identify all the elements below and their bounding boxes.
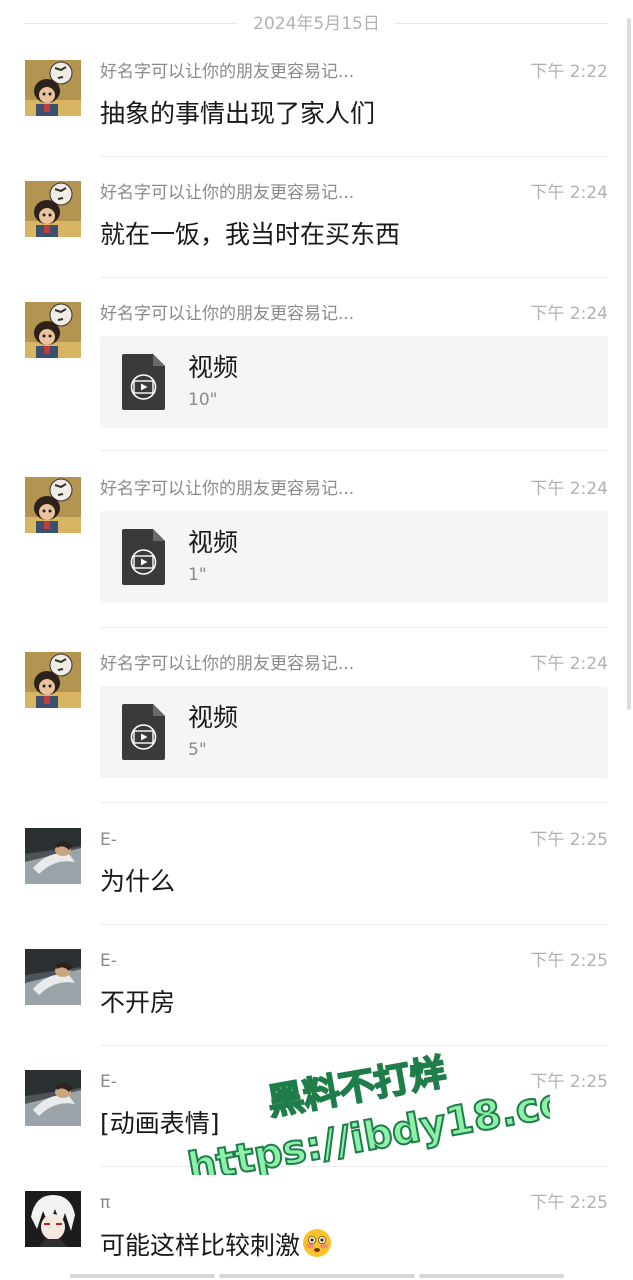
video-file-icon (122, 529, 165, 585)
avatar[interactable] (25, 302, 81, 358)
message-time: 下午 2:24 (530, 304, 608, 324)
bottom-indicator (70, 1274, 215, 1278)
flushed-face-emoji (303, 1229, 332, 1257)
sender-name: E- (100, 1072, 117, 1092)
message-separator (100, 277, 608, 278)
message-text[interactable]: 可能这样比较刺激 (100, 1228, 332, 1263)
video-card[interactable]: 视频 10" (100, 336, 608, 428)
avatar[interactable] (25, 1191, 81, 1247)
message-time: 下午 2:22 (530, 62, 608, 82)
message-text-content: 可能这样比较刺激 (100, 1231, 301, 1260)
avatar[interactable] (25, 477, 81, 533)
video-file-icon (122, 354, 165, 410)
message-time: 下午 2:25 (530, 830, 608, 850)
message-time: 下午 2:25 (530, 951, 608, 971)
bottom-indicator (219, 1274, 415, 1278)
video-title: 视频 (188, 353, 239, 382)
date-divider: 2024年5月15日 (0, 12, 633, 36)
bottom-indicator (419, 1274, 564, 1278)
video-card[interactable]: 视频 1" (100, 511, 608, 603)
avatar[interactable] (25, 181, 81, 237)
sender-name: 好名字可以让你的朋友更容易记... (100, 183, 355, 203)
message-separator (100, 1045, 608, 1046)
sender-name: E- (100, 951, 117, 971)
message-separator (100, 924, 608, 925)
video-duration: 5" (188, 740, 207, 760)
video-title: 视频 (188, 703, 239, 732)
sender-name: E- (100, 830, 117, 850)
date-divider-text: 2024年5月15日 (253, 14, 380, 34)
sender-name: 好名字可以让你的朋友更容易记... (100, 479, 355, 499)
message-separator (100, 802, 608, 803)
video-title: 视频 (188, 528, 239, 557)
avatar[interactable] (25, 60, 81, 116)
scrollbar[interactable] (627, 18, 631, 710)
avatar[interactable] (25, 1070, 81, 1126)
sender-name: 好名字可以让你的朋友更容易记... (100, 304, 355, 324)
watermark-line1: 黑料不打烊 (265, 1052, 449, 1124)
sender-name: π (100, 1193, 111, 1213)
message-time: 下午 2:24 (530, 479, 608, 499)
message-separator (100, 1166, 608, 1167)
sender-name: 好名字可以让你的朋友更容易记... (100, 654, 355, 674)
message-separator (100, 627, 608, 628)
message-time: 下午 2:24 (530, 183, 608, 203)
message-text[interactable]: [动画表情] (100, 1107, 220, 1141)
message-time: 下午 2:24 (530, 654, 608, 674)
video-file-icon (122, 704, 165, 760)
video-card[interactable]: 视频 5" (100, 686, 608, 778)
message-text[interactable]: 为什么 (100, 865, 175, 899)
message-text[interactable]: 抽象的事情出现了家人们 (100, 97, 375, 131)
avatar[interactable] (25, 652, 81, 708)
avatar[interactable] (25, 828, 81, 884)
message-text[interactable]: 不开房 (100, 986, 175, 1020)
divider-line-right (394, 23, 608, 24)
video-duration: 1" (188, 565, 207, 585)
video-duration: 10" (188, 390, 218, 410)
sender-name: 好名字可以让你的朋友更容易记... (100, 62, 355, 82)
watermark-line2: https://ibdy18.com (184, 1072, 550, 1175)
message-separator (100, 450, 608, 451)
watermark: 黑料不打烊 https://ibdy18.com (183, 1051, 550, 1175)
message-time: 下午 2:25 (530, 1072, 608, 1092)
avatar[interactable] (25, 949, 81, 1005)
message-separator (100, 156, 608, 157)
message-time: 下午 2:25 (530, 1193, 608, 1213)
message-text[interactable]: 就在一饭，我当时在买东西 (100, 218, 400, 252)
